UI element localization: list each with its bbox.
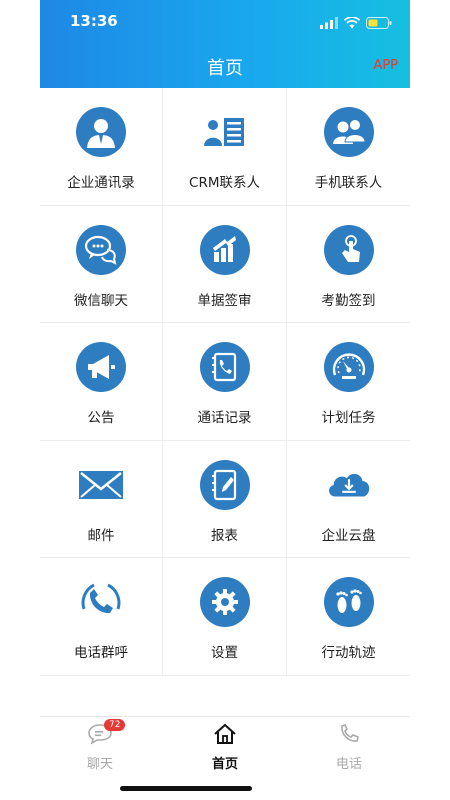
wechat-chat-icon bbox=[76, 224, 126, 275]
signal-icon bbox=[320, 14, 338, 33]
phone-icon bbox=[338, 723, 360, 749]
cloud-drive-icon bbox=[324, 460, 374, 510]
wifi-icon bbox=[343, 14, 361, 33]
grid-item-phone-contacts[interactable]: 手机联系人 bbox=[287, 88, 410, 206]
phone-screen: 13:36 首页 APP 企业通讯录 CRM联系人 手机联系人 微信聊天 单据签… bbox=[40, 0, 410, 800]
crm-contact-icon bbox=[200, 107, 250, 157]
grid-item-cloud-drive[interactable]: 企业云盘 bbox=[287, 441, 410, 558]
status-bar: 13:36 bbox=[40, 0, 410, 44]
grid-item-label: 手机联系人 bbox=[314, 175, 383, 191]
grid-item-announcement[interactable]: 公告 bbox=[40, 323, 163, 441]
header-bar: 13:36 首页 APP bbox=[40, 0, 410, 88]
grid-item-label: 公告 bbox=[87, 410, 115, 426]
announcement-icon bbox=[76, 342, 126, 392]
grid-item-label: 计划任务 bbox=[321, 410, 376, 426]
grid-item-label: 电话群呼 bbox=[74, 645, 128, 661]
tab-phone[interactable]: 电话 bbox=[309, 723, 389, 772]
tab-phone-label: 电话 bbox=[335, 757, 362, 772]
grid-item-label: 设置 bbox=[211, 645, 238, 661]
grid-item-label: 通话记录 bbox=[197, 410, 252, 426]
grid-item-label: CRM联系人 bbox=[189, 175, 260, 191]
footprint-icon bbox=[323, 577, 374, 627]
grid-item-report[interactable]: 报表 bbox=[163, 440, 287, 558]
unread-badge: 72 bbox=[104, 719, 126, 731]
grid-item-crm-contact[interactable]: CRM联系人 bbox=[163, 88, 287, 206]
phone-contacts-icon bbox=[323, 107, 374, 157]
call-log-icon bbox=[199, 342, 250, 392]
settings-icon bbox=[199, 577, 250, 627]
grid-item-label: 行动轨迹 bbox=[321, 645, 376, 661]
grid-item-label: 企业通讯录 bbox=[67, 175, 135, 191]
grid-item-label: 单据签审 bbox=[197, 292, 252, 309]
home-icon bbox=[213, 723, 237, 749]
tab-chat-label: 聊天 bbox=[86, 757, 113, 772]
function-grid: 企业通讯录 CRM联系人 手机联系人 微信聊天 单据签审 考勤签到 公告 通话记… bbox=[40, 88, 410, 676]
tab-home[interactable]: 首页 bbox=[185, 723, 265, 772]
home-indicator bbox=[120, 786, 252, 791]
report-icon bbox=[199, 459, 250, 510]
grid-item-footprint[interactable]: 行动轨迹 bbox=[287, 558, 410, 676]
tab-home-label: 首页 bbox=[211, 757, 238, 772]
grid-item-company-contacts[interactable]: 企业通讯录 bbox=[40, 88, 163, 206]
grid-item-label: 考勤签到 bbox=[321, 292, 376, 309]
grid-item-group-call[interactable]: 电话群呼 bbox=[40, 558, 163, 676]
grid-item-attendance-checkin[interactable]: 考勤签到 bbox=[287, 206, 410, 323]
grid-item-wechat-chat[interactable]: 微信聊天 bbox=[40, 205, 163, 323]
battery-icon bbox=[366, 14, 392, 33]
tab-chat[interactable]: 72 聊天 bbox=[60, 719, 140, 772]
status-time: 13:36 bbox=[70, 12, 118, 30]
grid-item-call-log[interactable]: 通话记录 bbox=[163, 323, 287, 441]
page-title: 首页 bbox=[207, 58, 243, 79]
plan-task-icon bbox=[323, 342, 374, 392]
grid-item-document-approval[interactable]: 单据签审 bbox=[163, 205, 287, 323]
group-call-icon bbox=[76, 577, 126, 627]
mail-icon bbox=[76, 460, 126, 510]
grid-item-label: 报表 bbox=[211, 527, 238, 544]
grid-item-mail[interactable]: 邮件 bbox=[40, 440, 163, 558]
status-icons bbox=[320, 14, 392, 33]
grid-item-plan-task[interactable]: 计划任务 bbox=[287, 323, 410, 441]
attendance-checkin-icon bbox=[323, 224, 374, 275]
grid-item-label: 企业云盘 bbox=[321, 527, 376, 544]
app-link[interactable]: APP bbox=[373, 58, 398, 73]
document-approval-icon bbox=[199, 224, 250, 275]
company-contacts-icon bbox=[76, 107, 126, 157]
grid-item-label: 微信聊天 bbox=[74, 292, 128, 309]
grid-item-settings[interactable]: 设置 bbox=[163, 558, 287, 676]
grid-item-label: 邮件 bbox=[87, 527, 115, 544]
